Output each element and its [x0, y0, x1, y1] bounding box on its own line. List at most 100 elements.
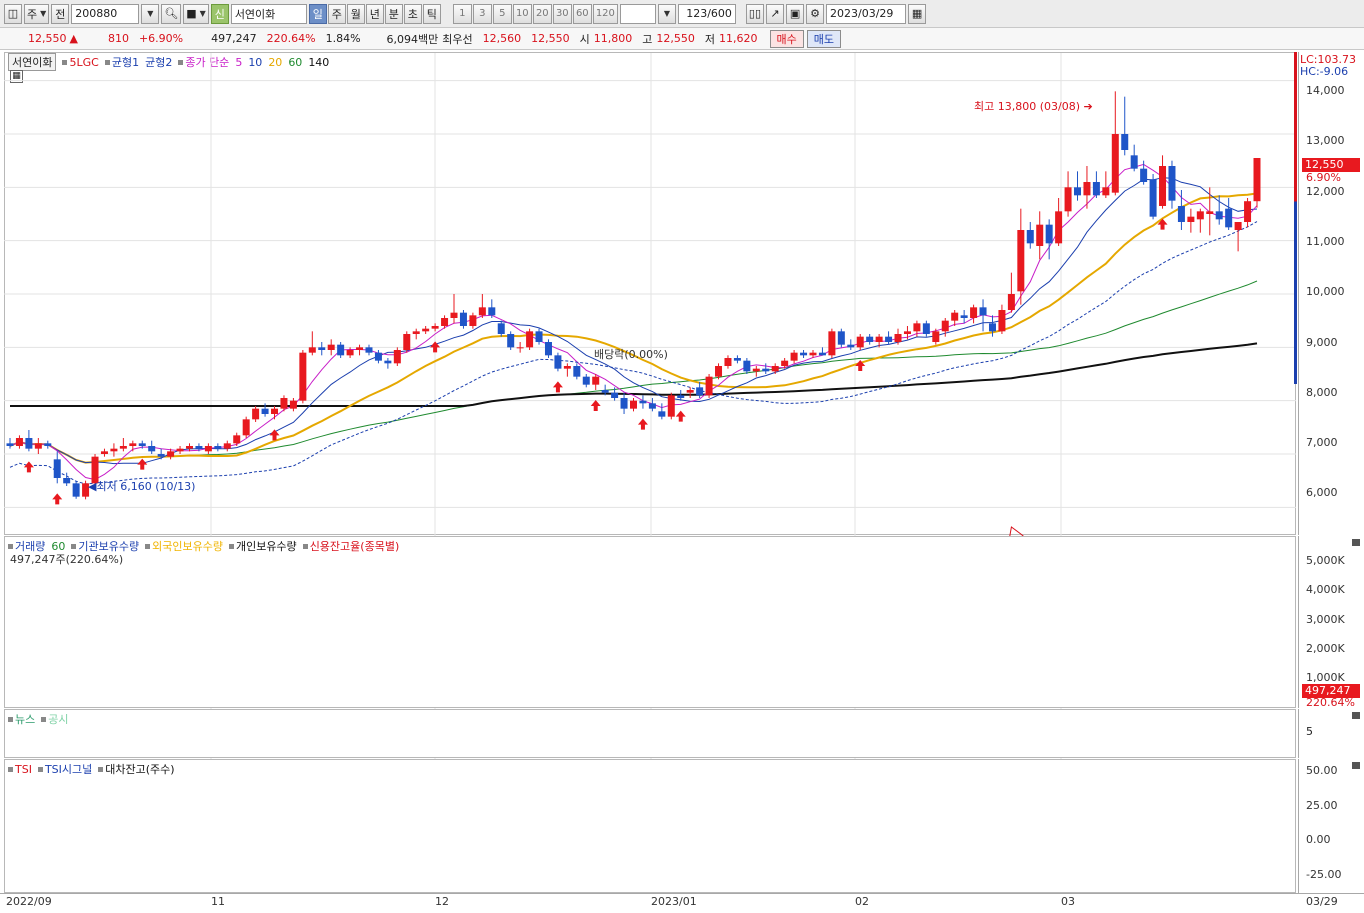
candle-body [72, 483, 80, 497]
legend-tsi-signal-label: TSI시그널 [44, 763, 93, 776]
candle-body [119, 446, 127, 449]
candle-body [356, 347, 364, 350]
candle-body [450, 312, 458, 318]
candle-body [327, 344, 335, 350]
candle-body [1017, 230, 1025, 292]
candle-body [988, 323, 996, 332]
x-label-12: 12 [435, 895, 449, 908]
legend-disclosure: 공시 [41, 711, 69, 727]
legend-foreign-label: 외국인보유수량 [152, 540, 223, 553]
candle-body [1187, 216, 1195, 222]
candle-body [1064, 187, 1072, 212]
candle-body [1215, 211, 1223, 220]
candle-body [422, 328, 430, 332]
legend-retail: 개인보유수량 [228, 538, 297, 554]
candle-body [44, 443, 52, 446]
legend-credit-label: 신용잔고율(종목별) [309, 540, 400, 553]
candle-body [337, 344, 345, 356]
buy-signal-arrow-icon [590, 400, 601, 411]
news-panel[interactable] [4, 709, 1296, 758]
candle-body [308, 347, 316, 353]
volume-tick: 5,000K [1306, 554, 1345, 567]
volume-tick: 2,000K [1306, 641, 1345, 655]
candle-body [818, 352, 826, 356]
candle-body [535, 331, 543, 342]
legend-tsi: TSI [8, 761, 32, 777]
candle-body [1045, 224, 1053, 244]
legend-marker-icon [8, 716, 13, 722]
volume-tick: 3,000K [1306, 612, 1345, 626]
candle-body [1168, 166, 1176, 201]
candle-body [346, 350, 354, 356]
candle-body [1140, 168, 1148, 182]
candle-body [195, 446, 203, 449]
last-price-box: 12,550 [1302, 158, 1360, 172]
candle-body [696, 387, 704, 396]
candle-body [639, 400, 647, 404]
panel-close-icon[interactable] [1352, 539, 1360, 546]
candle-body [441, 318, 449, 326]
candle-body [167, 451, 175, 457]
legend-marker-icon [8, 543, 13, 549]
ma-60-line [9, 280, 1258, 464]
buy-signal-arrow-icon [552, 381, 563, 393]
candle-body [752, 368, 760, 372]
candle-body [658, 411, 666, 417]
candle-body [214, 446, 222, 449]
buy-signal-arrow-icon [137, 458, 148, 470]
dividend-annotation: 배당락(0.00%) [594, 348, 668, 361]
candle-body [204, 446, 212, 452]
candle-body [847, 344, 855, 348]
candle-body [271, 408, 279, 414]
candle-body [809, 352, 817, 356]
lc-hc-bar [1294, 52, 1297, 384]
candle-body [828, 331, 836, 356]
candle-body [100, 451, 108, 454]
candle-body [393, 350, 401, 364]
candle-body [252, 408, 260, 420]
buy-signal-arrow-icon [675, 410, 686, 422]
price-tick: 10,000 [1306, 285, 1345, 299]
tsi-tick: 50.00 [1306, 764, 1338, 777]
x-label-02: 02 [855, 895, 869, 908]
candle-body [563, 366, 571, 369]
candle-body [979, 307, 987, 316]
candle-body [677, 395, 685, 398]
candle-body [705, 376, 713, 396]
candle-body [507, 334, 515, 348]
candle-body [459, 312, 467, 326]
candle-body [554, 355, 562, 369]
legend-news-label: 뉴스 [15, 713, 36, 726]
panel-close-icon[interactable] [1352, 712, 1360, 719]
legend-marker-icon [71, 543, 77, 549]
news-legend: 뉴스 공시 [8, 711, 69, 727]
candle-body [771, 366, 779, 372]
candle-body [573, 366, 581, 377]
candle-body [138, 443, 146, 446]
candle-body [374, 352, 382, 361]
tsi-panel[interactable] [4, 759, 1296, 893]
candle-body [1234, 222, 1242, 230]
legend-marker-icon [145, 543, 151, 549]
candle-body [743, 360, 751, 372]
volume-info: 497,247주(220.64%) [10, 553, 124, 566]
candle-body [110, 448, 118, 452]
price-tick: 7,000 [1306, 436, 1338, 450]
candle-body [903, 331, 911, 334]
candle-body [129, 443, 137, 446]
candle-body [1055, 211, 1063, 244]
volume-panel[interactable] [4, 536, 1296, 708]
candle-body [1196, 211, 1204, 220]
candle-body [185, 446, 193, 449]
candle-body [478, 307, 486, 316]
price-tick: 9,000 [1306, 335, 1338, 349]
panel-close-icon[interactable] [1352, 762, 1360, 769]
ma-5-line [9, 163, 1258, 481]
candle-body [941, 320, 949, 332]
candle-body [960, 315, 968, 318]
candle-body [1083, 182, 1091, 196]
tsi-tick: -25.00 [1306, 867, 1342, 881]
ma-20-line [9, 192, 1258, 464]
low-annotation: ◀최저 6,160 (10/13) [88, 478, 195, 494]
legend-marker-icon [8, 766, 13, 772]
